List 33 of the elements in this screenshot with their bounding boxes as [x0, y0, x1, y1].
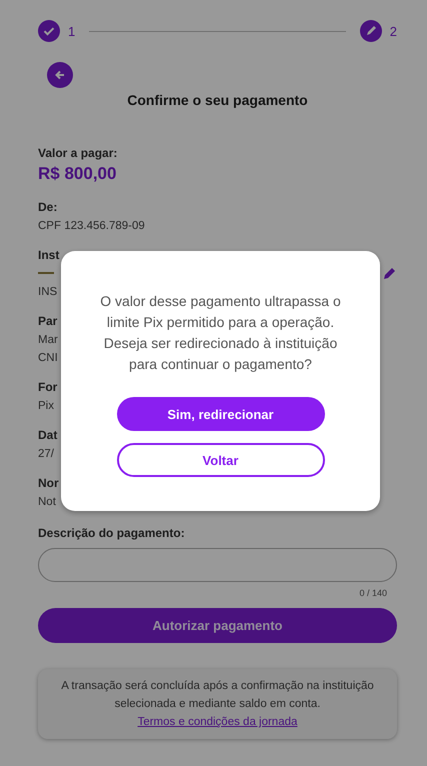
- amount-value: R$ 800,00: [38, 164, 118, 184]
- detail-value: 27/: [38, 448, 54, 460]
- notice-text: A transação será concluída após a confirmação na instituição selecionada e mediante saldo em conta. Termos e condições da jornada: [38, 669, 397, 739]
- detail-label: Inst: [38, 248, 60, 262]
- back-button[interactable]: Voltar: [116, 443, 324, 477]
- page-title: Confirme o seu pagamento: [126, 92, 309, 108]
- detail-value: INS: [38, 286, 58, 298]
- detail-label: For: [38, 380, 58, 394]
- terms-link[interactable]: Termos e condições da jornada: [138, 716, 298, 728]
- detail-label: De:: [38, 200, 58, 214]
- detail-value: CNI: [38, 352, 58, 364]
- check-step-icon: [38, 20, 60, 42]
- pencil-step-icon: [360, 20, 382, 42]
- detail-value: CPF 123.456.789-09: [38, 220, 145, 232]
- detail-value: Not: [38, 496, 56, 508]
- back-button[interactable]: [47, 62, 73, 88]
- description-label: Descrição do pagamento:: [38, 526, 185, 540]
- amount-label: Valor a pagar:: [38, 146, 118, 160]
- back-arrow-icon: [54, 69, 66, 81]
- bank-logo-icon: [38, 271, 54, 275]
- detail-value: Pix: [38, 400, 54, 412]
- detail-label: Par: [38, 314, 58, 328]
- character-counter: 0 / 140: [358, 588, 387, 598]
- redirect-button[interactable]: Sim, redirecionar: [116, 397, 324, 431]
- edit-icon[interactable]: [383, 266, 397, 280]
- detail-value: Mar: [38, 334, 58, 346]
- step-number: 2: [390, 24, 397, 38]
- description-field[interactable]: [38, 548, 397, 582]
- detail-label: Nor: [38, 476, 59, 490]
- authorize-button[interactable]: Autorizar pagamento: [38, 608, 397, 643]
- detail-label: Dat: [38, 428, 58, 442]
- dialog-message: O valor desse pagamento ultrapassa o limite Pix permitido para a operação. Deseja ser redirecionado à instituição para continuar o pagamento?: [99, 292, 342, 374]
- step-number: 1: [68, 24, 76, 38]
